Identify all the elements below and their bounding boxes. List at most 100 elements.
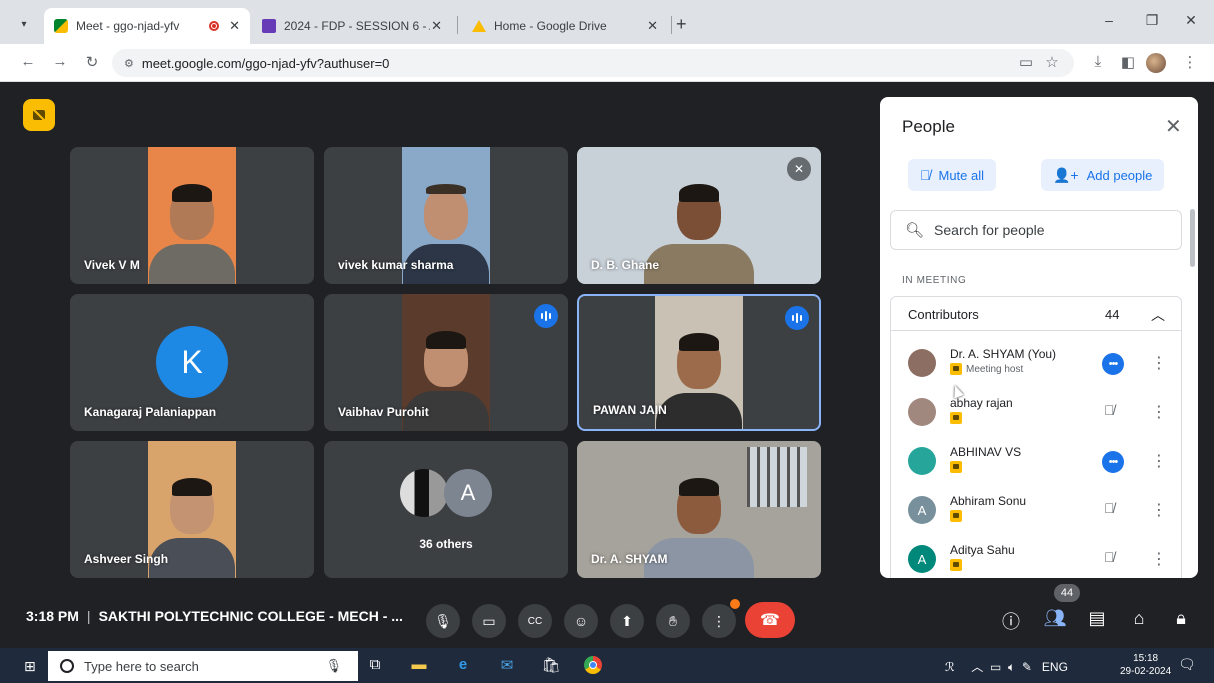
recording-badge[interactable]: [23, 99, 55, 131]
close-tab-icon[interactable]: ✕: [431, 18, 442, 34]
mute-all-label: Mute all: [938, 167, 985, 183]
activities-button[interactable]: ⌂: [1126, 608, 1152, 629]
tab-fdp-session[interactable]: 2024 - FDP - SESSION 6 - ASSE ✕: [252, 8, 452, 44]
profile-avatar[interactable]: [1146, 53, 1166, 73]
panel-scrollbar[interactable]: [1190, 209, 1195, 267]
mute-all-button[interactable]: 🎙̸ Mute all: [908, 159, 997, 191]
chevron-up-icon[interactable]: ︿: [1151, 305, 1165, 325]
captions-button[interactable]: CC: [518, 604, 552, 638]
taskbar-clock[interactable]: 15:18 29-02-2024: [1120, 652, 1171, 678]
host-controls-button[interactable]: 🔒︎: [1168, 608, 1194, 629]
participant-tile[interactable]: ✕ D. B. Ghane: [577, 147, 821, 284]
people-search-input[interactable]: [934, 222, 1155, 238]
file-explorer-icon[interactable]: ▬: [408, 656, 430, 673]
notifications-icon[interactable]: 🗨︎: [1178, 656, 1196, 673]
people-button[interactable]: 👥︎: [1042, 608, 1068, 629]
tab-title: 2024 - FDP - SESSION 6 - ASSE: [284, 19, 430, 33]
add-people-button[interactable]: 👤+ Add people: [1041, 159, 1165, 191]
more-options-icon[interactable]: ⋮: [1151, 402, 1167, 422]
participant-row[interactable]: abhay rajan 🎙̸ ⋮: [891, 388, 1181, 436]
address-bar[interactable]: ⚙ meet.google.com/ggo-njad-yfv?authuser=…: [112, 49, 1074, 77]
site-info-icon[interactable]: ⚙: [124, 57, 134, 70]
more-options-icon[interactable]: ⋮: [1151, 451, 1167, 471]
people-search[interactable]: 🔍︎: [890, 210, 1182, 250]
close-tab-icon[interactable]: ✕: [229, 18, 240, 34]
forward-button[interactable]: →: [50, 53, 70, 70]
microphone-button[interactable]: 🎙︎: [426, 604, 460, 638]
chat-button[interactable]: ▤: [1084, 608, 1110, 629]
chat-icon: ▤: [1088, 608, 1106, 628]
mail-icon[interactable]: ✉: [496, 656, 518, 674]
more-status-icon[interactable]: •••: [1102, 451, 1124, 473]
pen-icon[interactable]: ✎: [1022, 660, 1032, 674]
close-tab-icon[interactable]: ✕: [647, 18, 658, 34]
cast-icon[interactable]: ▭: [1016, 53, 1036, 71]
participant-row[interactable]: ABHINAV VS ••• ⋮: [891, 437, 1181, 485]
camera-button[interactable]: ▭: [472, 604, 506, 638]
store-icon[interactable]: 🛍︎: [540, 656, 562, 674]
chevron-up-icon[interactable]: ︿: [971, 660, 983, 674]
tab-title: Meet - ggo-njad-yfv: [76, 19, 180, 33]
chrome-icon[interactable]: [582, 656, 604, 678]
video-camera-icon: ▭: [482, 612, 496, 629]
more-options-button[interactable]: ⋮: [702, 604, 736, 638]
taskbar-search[interactable]: Type here to search 🎙︎: [48, 651, 358, 681]
close-icon[interactable]: ✕: [1165, 114, 1182, 139]
participant-tile[interactable]: K Kanagaraj Palaniappan: [70, 294, 314, 431]
meeting-details-button[interactable]: ⓘ: [998, 608, 1024, 634]
participant-row[interactable]: Dr. A. SHYAM (You) Meeting host ••• ⋮: [891, 339, 1181, 387]
side-panel-icon[interactable]: ◧: [1118, 53, 1138, 71]
tab-google-drive[interactable]: Home - Google Drive ✕: [462, 8, 668, 44]
language-indicator[interactable]: ENG: [1042, 660, 1068, 674]
participant-tile[interactable]: Dr. A. SHYAM: [577, 441, 821, 578]
more-options-icon[interactable]: ⋮: [1151, 500, 1167, 520]
taskbar-search-placeholder: Type here to search: [84, 658, 199, 674]
more-options-icon[interactable]: ⋮: [1151, 353, 1167, 373]
browser-toolbar: ← → ↻ ⚙ meet.google.com/ggo-njad-yfv?aut…: [0, 44, 1214, 82]
person-figure: [644, 184, 754, 284]
recording-icon: [32, 108, 46, 122]
volume-icon[interactable]: 🔈︎: [1008, 660, 1015, 674]
cortana-circle-icon: [60, 659, 74, 673]
reload-button[interactable]: ↻: [82, 53, 102, 71]
participant-row[interactable]: A Aditya Sahu 🎙̸ ⋮: [891, 535, 1181, 578]
tab-meet[interactable]: Meet - ggo-njad-yfv ✕: [44, 8, 250, 44]
people-tray-icon[interactable]: ℛ: [945, 660, 955, 674]
participant-tile[interactable]: vivek kumar sharma: [324, 147, 568, 284]
video-feed: [655, 296, 743, 429]
contributors-header[interactable]: Contributors 44 ︿: [891, 297, 1181, 331]
participant-name: D. B. Ghane: [591, 258, 660, 272]
leave-call-button[interactable]: ☎: [745, 602, 795, 638]
edge-icon[interactable]: e: [452, 656, 474, 673]
download-icon[interactable]: ⤓: [1088, 53, 1108, 70]
more-options-icon[interactable]: ⋮: [1151, 549, 1167, 569]
restore-button[interactable]: ❐: [1137, 12, 1167, 29]
badge-icon: [950, 461, 962, 473]
microphone-icon[interactable]: 🎙︎: [325, 658, 342, 674]
meet-favicon-icon: [54, 19, 68, 33]
reactions-button[interactable]: ☺: [564, 604, 598, 638]
others-tile[interactable]: A 36 others: [324, 441, 568, 578]
minimize-button[interactable]: –: [1094, 12, 1124, 28]
close-window-button[interactable]: ✕: [1176, 12, 1206, 29]
task-view-icon[interactable]: ⧉: [364, 656, 386, 673]
new-tab-button[interactable]: +: [676, 14, 687, 35]
browser-menu-icon[interactable]: ⋮: [1180, 53, 1200, 71]
network-icon[interactable]: ▭: [990, 660, 1001, 674]
people-icon: 👥︎: [1043, 608, 1067, 628]
participant-tile[interactable]: Vivek V M: [70, 147, 314, 284]
bookmark-star-icon[interactable]: ☆: [1042, 53, 1062, 71]
participant-tile[interactable]: Ashveer Singh: [70, 441, 314, 578]
back-button[interactable]: ←: [18, 53, 38, 70]
present-screen-icon: ⬆: [621, 612, 633, 629]
system-tray[interactable]: ℛ ︿ ▭ 🔈︎ ✎ ENG: [945, 658, 1068, 675]
participant-tile[interactable]: Vaibhav Purohit: [324, 294, 568, 431]
tab-search-button[interactable]: ▾: [12, 12, 36, 36]
info-icon: ⓘ: [1002, 612, 1020, 632]
more-status-icon[interactable]: •••: [1102, 353, 1124, 375]
raise-hand-button[interactable]: ✋︎: [656, 604, 690, 638]
participant-row[interactable]: A Abhiram Sonu 🎙̸ ⋮: [891, 486, 1181, 534]
participant-tile[interactable]: PAWAN JAIN: [577, 294, 821, 431]
present-button[interactable]: ⬆: [610, 604, 644, 638]
windows-start-icon[interactable]: ⊞: [24, 658, 36, 675]
